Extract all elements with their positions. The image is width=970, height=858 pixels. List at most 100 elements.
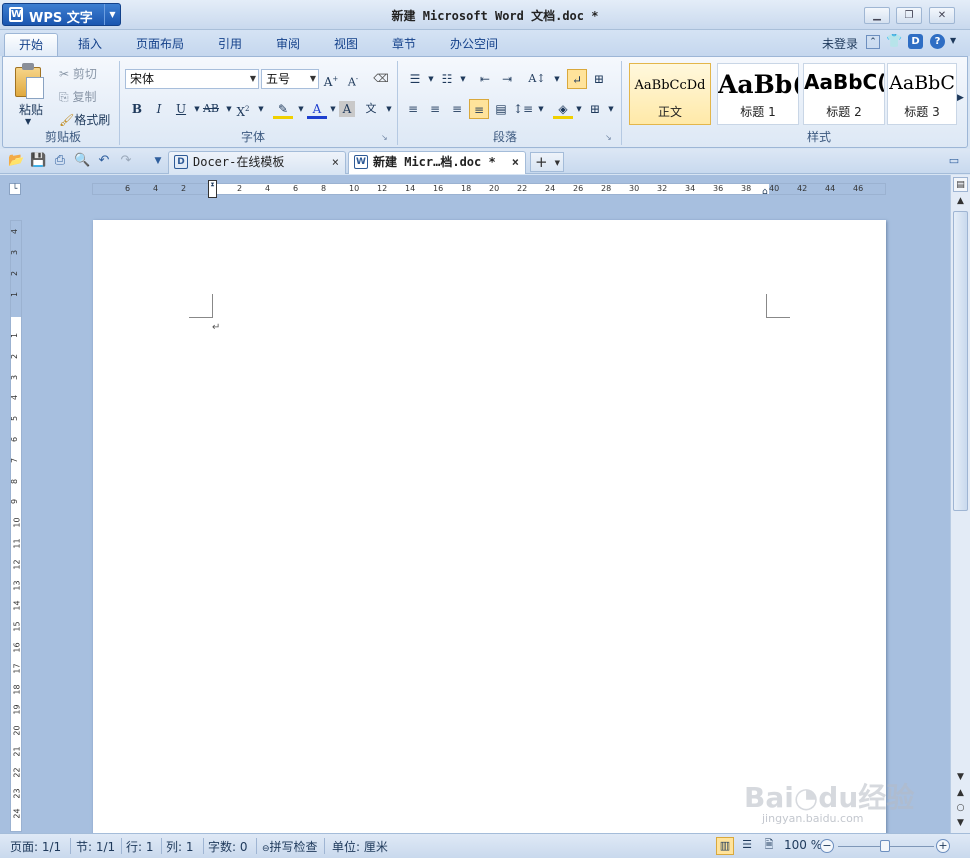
tab-references[interactable]: 引用 bbox=[204, 33, 256, 56]
open-folder-icon[interactable]: 📂 bbox=[8, 153, 24, 169]
italic-icon[interactable]: I bbox=[149, 99, 169, 119]
print-icon[interactable]: ⎙ bbox=[52, 153, 68, 169]
tab-view[interactable]: 视图 bbox=[320, 33, 372, 56]
chevron-down-icon[interactable]: ▼ bbox=[601, 99, 621, 119]
chevron-down-icon[interactable]: ▼ bbox=[25, 117, 31, 126]
align-right-icon[interactable]: ≡ bbox=[447, 99, 467, 119]
collapse-ribbon-icon[interactable]: ⌃ bbox=[866, 35, 880, 49]
superscript-icon[interactable]: X2 bbox=[233, 99, 253, 119]
text-direction-icon[interactable]: A↕ bbox=[527, 69, 547, 89]
chevron-down-icon[interactable]: ▼ bbox=[104, 4, 120, 25]
print-preview-icon[interactable]: 🔍 bbox=[74, 153, 90, 169]
chevron-down-icon[interactable]: ▼ bbox=[453, 69, 473, 89]
style-heading-3[interactable]: AaBbC 标题 3 bbox=[887, 63, 957, 125]
format-painter-button[interactable]: 🖌格式刷 bbox=[59, 111, 110, 128]
tab-page-layout[interactable]: 页面布局 bbox=[122, 33, 198, 56]
tab-insert[interactable]: 插入 bbox=[64, 33, 116, 56]
font-size-select[interactable]: 五号 ▼ bbox=[261, 69, 319, 89]
vertical-scrollbar[interactable]: ▤ ▲ ▼ ▲ ○ ▼ bbox=[950, 175, 970, 833]
horizontal-ruler[interactable]: 6 4 2 2 4 6 8 10 12 14 16 18 20 22 24 26 28 30 32 34 36 38 40 4… bbox=[92, 180, 886, 198]
outline-view-icon[interactable]: ☰ bbox=[738, 837, 756, 855]
status-word-count[interactable]: 字数: 0 bbox=[208, 838, 248, 855]
help-icon[interactable]: ? bbox=[930, 34, 945, 49]
tab-office-space[interactable]: 办公空间 bbox=[436, 33, 512, 56]
style-heading-1[interactable]: AaBb( 标题 1 bbox=[717, 63, 799, 125]
chevron-down-icon[interactable]: ▼ bbox=[547, 69, 567, 89]
page-view-icon[interactable]: ▥ bbox=[716, 837, 734, 855]
font-family-select[interactable]: 宋体 ▼ bbox=[125, 69, 259, 89]
align-center-icon[interactable]: ≡ bbox=[425, 99, 445, 119]
doc-tab-current[interactable]: W 新建 Micr…档.doc * × bbox=[348, 151, 526, 174]
doc-tab-docer[interactable]: D Docer-在线模板 × bbox=[168, 151, 346, 174]
zoom-slider-thumb[interactable] bbox=[880, 840, 890, 852]
skin-icon[interactable]: 👕 bbox=[886, 34, 902, 49]
zoom-out-icon[interactable]: − bbox=[820, 839, 834, 853]
docer-icon[interactable]: D bbox=[908, 34, 923, 49]
vertical-ruler[interactable]: 4 3 2 1 1 2 3 4 5 6 7 8 9 10 11 12 13 14 15 16 17 18 19 20 21 22 2… bbox=[10, 220, 22, 832]
status-page[interactable]: 页面: 1/1 bbox=[10, 838, 61, 855]
zoom-in-icon[interactable]: + bbox=[936, 839, 950, 853]
paste-button[interactable]: 粘贴 bbox=[19, 101, 43, 118]
login-status[interactable]: 未登录 bbox=[822, 35, 858, 52]
scroll-down-icon[interactable]: ▼ bbox=[953, 770, 968, 785]
paste-icon[interactable] bbox=[13, 63, 47, 99]
align-left-icon[interactable]: ≡ bbox=[403, 99, 423, 119]
style-normal[interactable]: AaBbCcDd 正文 bbox=[629, 63, 711, 125]
dialog-launcher-icon[interactable]: ↘ bbox=[381, 133, 388, 142]
document-page[interactable]: ↵ bbox=[93, 220, 886, 840]
browse-object-icon[interactable]: ○ bbox=[953, 801, 968, 816]
clear-format-icon[interactable]: ⌫ bbox=[371, 69, 391, 89]
close-icon[interactable]: × bbox=[332, 152, 339, 173]
more-styles-arrow-icon[interactable]: ▶ bbox=[957, 93, 964, 103]
line-spacing-icon[interactable]: ↕≡ bbox=[513, 99, 533, 119]
distributed-align-icon[interactable]: ▤ bbox=[491, 99, 511, 119]
status-unit[interactable]: 单位: 厘米 bbox=[332, 838, 388, 855]
phonetic-guide-icon[interactable]: 文 bbox=[361, 99, 381, 119]
tab-stop-selector-icon[interactable]: └ bbox=[9, 183, 21, 195]
increase-indent-icon[interactable]: ⇥ bbox=[497, 69, 517, 89]
tab-chapter[interactable]: 章节 bbox=[378, 33, 430, 56]
indent-marker-icon[interactable]: ⧗ bbox=[208, 180, 217, 198]
grow-font-icon[interactable]: A+ bbox=[321, 69, 341, 89]
show-marks-icon[interactable]: ↵ bbox=[567, 69, 587, 89]
close-icon[interactable]: × bbox=[512, 152, 519, 173]
undo-icon[interactable]: ↶ bbox=[96, 153, 112, 169]
chevron-down-icon[interactable]: ▼ bbox=[531, 99, 551, 119]
baidu-watermark: Bai◔du经验 bbox=[744, 781, 915, 814]
spell-check-toggle[interactable]: ⊖拼写检查 bbox=[262, 838, 318, 855]
copy-button[interactable]: ⎘ 复制 bbox=[59, 88, 96, 105]
dialog-launcher-icon[interactable]: ↘ bbox=[605, 133, 612, 142]
chevron-down-icon[interactable]: ▼ bbox=[379, 99, 399, 119]
close-button[interactable]: ✕ bbox=[929, 7, 955, 24]
style-sample: AaBb( bbox=[718, 70, 799, 99]
style-heading-2[interactable]: AaBbC( 标题 2 bbox=[803, 63, 885, 125]
scroll-thumb[interactable] bbox=[953, 211, 968, 511]
decrease-indent-icon[interactable]: ⇤ bbox=[475, 69, 495, 89]
new-tab-button[interactable]: + ▼ bbox=[530, 152, 564, 172]
save-icon[interactable]: 💾 bbox=[30, 153, 46, 169]
scroll-up-icon[interactable]: ▲ bbox=[953, 194, 968, 209]
tab-review[interactable]: 审阅 bbox=[262, 33, 314, 56]
highlight-icon[interactable]: ✎ bbox=[273, 99, 293, 119]
tab-home[interactable]: 开始 bbox=[4, 33, 59, 56]
restore-button[interactable]: ❐ bbox=[896, 7, 922, 24]
tab-list-icon[interactable]: ▭ bbox=[946, 153, 962, 169]
cut-button[interactable]: ✂ 剪切 bbox=[59, 65, 97, 82]
wps-app-menu-button[interactable]: W WPS 文字 ▼ bbox=[2, 3, 121, 26]
right-indent-marker-icon[interactable]: ⌂ bbox=[762, 188, 771, 197]
redo-icon[interactable]: ↷ bbox=[118, 153, 134, 169]
prev-page-icon[interactable]: ▲ bbox=[953, 786, 968, 801]
chevron-down-icon[interactable]: ▼ bbox=[950, 36, 956, 45]
zoom-level[interactable]: 100 % bbox=[784, 838, 822, 852]
shrink-font-icon[interactable]: A- bbox=[343, 69, 363, 89]
customize-toolbar-icon[interactable]: ▼ bbox=[150, 153, 166, 169]
char-shading-icon[interactable]: A bbox=[339, 101, 355, 117]
ruler-toggle-icon[interactable]: ▤ bbox=[953, 177, 968, 192]
bold-icon[interactable]: B bbox=[127, 99, 147, 119]
minimize-button[interactable]: ▁ bbox=[864, 7, 890, 24]
chevron-down-icon[interactable]: ▼ bbox=[251, 99, 271, 119]
next-page-icon[interactable]: ▼ bbox=[953, 816, 968, 831]
table-tool-icon[interactable]: ⊞ bbox=[589, 69, 609, 89]
web-view-icon[interactable]: 🗎 bbox=[760, 837, 778, 855]
justify-icon[interactable]: ≡ bbox=[469, 99, 489, 119]
